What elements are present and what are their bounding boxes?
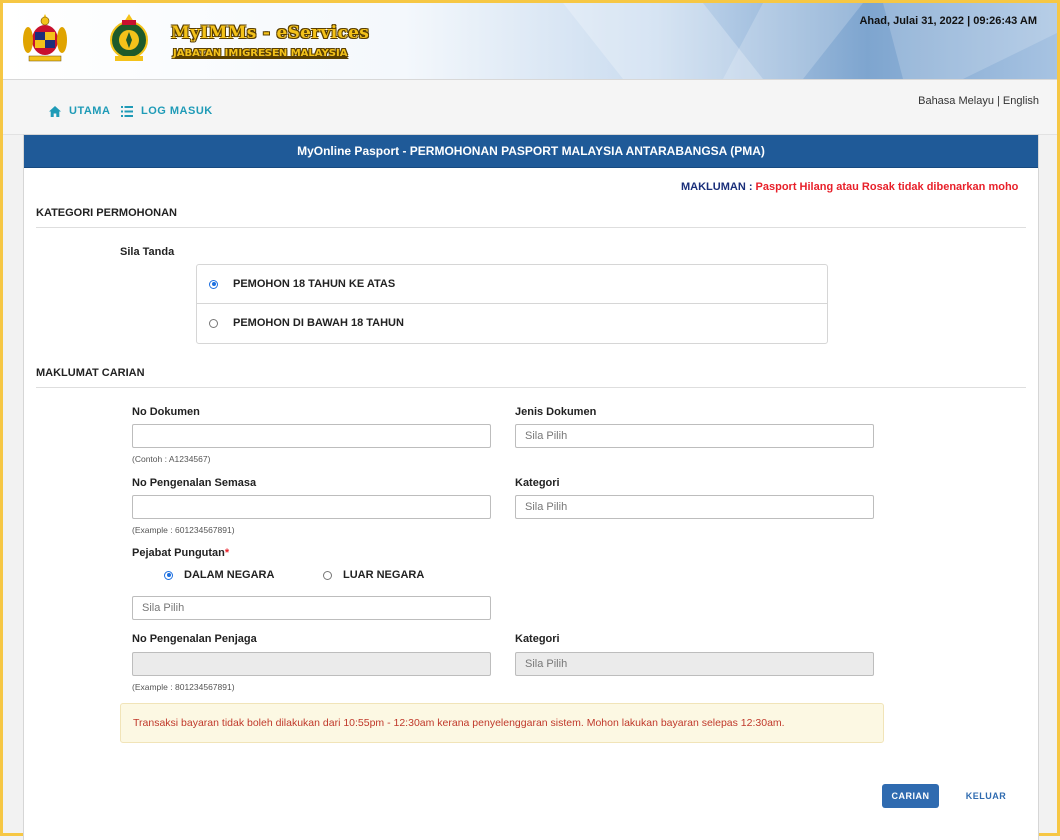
radio-18-atas[interactable] xyxy=(209,279,218,289)
top-banner: MyIMMs - eServices JABATAN IMIGRESEN MAL… xyxy=(3,3,1057,80)
jenis-dokumen-label: Jenis Dokumen xyxy=(515,406,597,418)
no-dokumen-input[interactable] xyxy=(132,424,491,448)
radio-option-18-atas[interactable]: PEMOHON 18 TAHUN KE ATAS xyxy=(197,265,827,303)
keluar-button[interactable]: KELUAR xyxy=(959,784,1013,808)
no-dokumen-label: No Dokumen xyxy=(132,406,200,418)
no-penjaga-label: No Pengenalan Penjaga xyxy=(132,633,257,645)
radio-dalam-negara[interactable] xyxy=(164,570,173,580)
radio-option-luar-negara[interactable]: LUAR NEGARA xyxy=(323,569,424,581)
lang-separator: | xyxy=(997,95,1000,107)
section-title-kategori: KATEGORI PERMOHONAN xyxy=(36,207,177,219)
home-icon xyxy=(49,105,61,117)
brand-subtitle: JABATAN IMIGRESEN MALAYSIA xyxy=(173,48,348,59)
nav-bar: UTAMA LOG MASUK Bahasa Melayu | English xyxy=(3,80,1057,135)
no-pengenalan-label: No Pengenalan Semasa xyxy=(132,477,257,489)
notice-text: Pasport Hilang atau Rosak tidak dibenark… xyxy=(755,181,1019,193)
language-switcher: Bahasa Melayu | English xyxy=(918,95,1039,107)
no-dokumen-hint: (Contoh : A1234567) xyxy=(132,454,211,464)
pejabat-pungutan-text: Pejabat Pungutan xyxy=(132,547,225,559)
main-panel: MyOnline Pasport - PERMOHONAN PASPORT MA… xyxy=(23,134,1039,840)
radio-dalam-negara-label: DALAM NEGARA xyxy=(184,569,275,581)
no-penjaga-hint: (Example : 801234567891) xyxy=(132,682,235,692)
radio-option-dalam-negara[interactable]: DALAM NEGARA xyxy=(164,569,274,581)
lang-malay-link[interactable]: Bahasa Melayu xyxy=(918,95,994,107)
radio-bawah-18-label: PEMOHON DI BAWAH 18 TAHUN xyxy=(233,317,404,329)
radio-option-bawah-18[interactable]: PEMOHON DI BAWAH 18 TAHUN xyxy=(197,303,827,342)
notice-marquee: MAKLUMAN : Pasport Hilang atau Rosak tid… xyxy=(681,181,1026,193)
sila-tanda-label: Sila Tanda xyxy=(120,246,175,258)
nav-login-label: LOG MASUK xyxy=(141,105,213,117)
section-divider xyxy=(36,387,1026,388)
list-icon xyxy=(121,105,133,117)
kategori-2-label: Kategori xyxy=(515,633,560,645)
kategori-1-select[interactable]: Sila Pilih xyxy=(515,495,874,519)
jenis-dokumen-select[interactable]: Sila Pilih xyxy=(515,424,874,448)
no-pengenalan-input[interactable] xyxy=(132,495,491,519)
nav-login-link[interactable]: LOG MASUK xyxy=(121,105,213,117)
nav-home-label: UTAMA xyxy=(69,105,111,117)
carian-button[interactable]: CARIAN xyxy=(882,784,939,808)
panel-title: MyOnline Pasport - PERMOHONAN PASPORT MA… xyxy=(24,135,1038,168)
nav-home-link[interactable]: UTAMA xyxy=(49,105,110,117)
kategori-1-label: Kategori xyxy=(515,477,560,489)
imigresen-emblem-icon xyxy=(110,14,148,61)
section-divider xyxy=(36,227,1026,228)
kategori-radio-group: PEMOHON 18 TAHUN KE ATAS PEMOHON DI BAWA… xyxy=(196,264,828,344)
brand-title: MyIMMs - eServices xyxy=(171,23,370,43)
radio-luar-negara[interactable] xyxy=(323,570,332,580)
radio-18-atas-label: PEMOHON 18 TAHUN KE ATAS xyxy=(233,278,396,290)
radio-luar-negara-label: LUAR NEGARA xyxy=(343,569,425,581)
no-penjaga-input[interactable] xyxy=(132,652,491,676)
notice-label: MAKLUMAN : xyxy=(681,181,753,193)
pejabat-pungutan-label: Pejabat Pungutan* xyxy=(132,547,229,559)
radio-bawah-18[interactable] xyxy=(209,318,218,328)
kategori-2-select[interactable]: Sila Pilih xyxy=(515,652,874,676)
header-datetime: Ahad, Julai 31, 2022 | 09:26:43 AM xyxy=(859,15,1037,27)
required-mark: * xyxy=(224,547,230,559)
section-title-carian: MAKLUMAT CARIAN xyxy=(36,367,145,379)
pejabat-pungutan-select[interactable]: Sila Pilih xyxy=(132,596,491,620)
no-pengenalan-hint: (Example : 601234567891) xyxy=(132,525,235,535)
maintenance-alert: Transaksi bayaran tidak boleh dilakukan … xyxy=(120,703,884,743)
lang-english-link[interactable]: English xyxy=(1003,95,1039,107)
malaysia-coat-of-arms-icon xyxy=(23,14,67,62)
